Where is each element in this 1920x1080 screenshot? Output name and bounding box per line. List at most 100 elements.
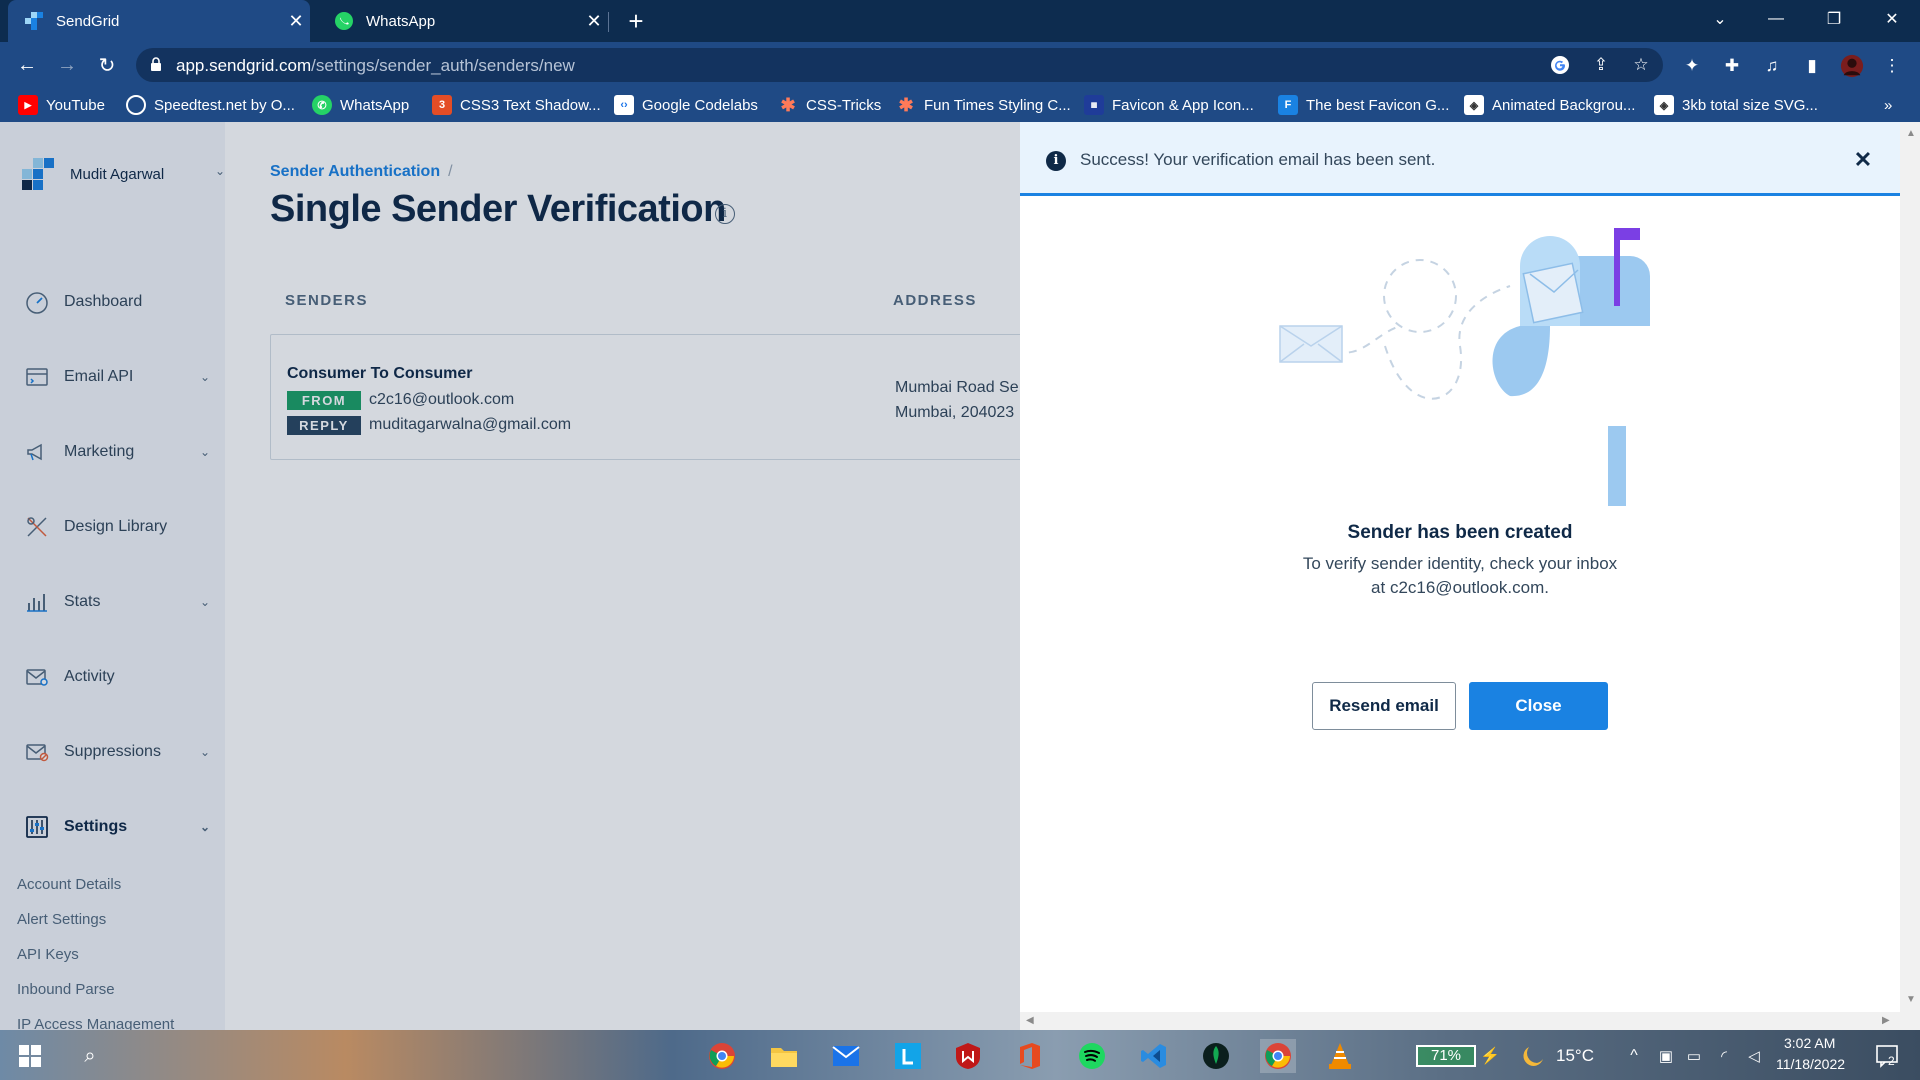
bookmark-css-tricks[interactable]: ✱ CSS-Tricks [778,95,881,115]
vertical-scrollbar[interactable]: ▲ ▼ [1900,122,1920,1030]
side-panel-icon[interactable]: ▮ [1800,54,1824,78]
success-alert: i Success! Your verification email has b… [1020,122,1900,196]
mailbox-illustration [1279,228,1650,506]
chrome-app-icon[interactable] [704,1039,740,1073]
sendgrid-favicon-icon [24,11,44,31]
bookmark-fun-times-styling[interactable]: ✱ Fun Times Styling C... [896,94,1071,115]
extension-icon[interactable]: ✦ [1680,54,1704,78]
codepen-icon: ◈ [1654,95,1674,115]
volume-icon[interactable]: ◁ [1736,1039,1772,1073]
bookmark-label: YouTube [46,96,105,114]
spotify-app-icon[interactable] [1074,1039,1110,1073]
panel-heading: Sender has been created [1347,522,1573,543]
reload-button[interactable]: ↻ [92,50,122,80]
bookmark-favicon-app-icon[interactable]: ▦ Favicon & App Icon... [1084,95,1254,115]
panel-message-line2: at c2c16@outlook.com. [1371,578,1549,597]
resend-email-button[interactable]: Resend email [1312,682,1456,730]
sender-created-panel: i Success! Your verification email has b… [1020,122,1900,1030]
codepen-icon: ◈ [1464,95,1484,115]
weather-temperature[interactable]: 15°C [1556,1046,1594,1066]
bookmark-3kb-svg[interactable]: ◈ 3kb total size SVG... [1654,95,1818,115]
windows-start-icon[interactable] [12,1039,48,1073]
chrome-active-window-icon[interactable] [1260,1039,1296,1073]
profile-avatar[interactable] [1840,54,1864,78]
favicon-generator-icon: ▦ [1084,95,1104,115]
google-lens-icon[interactable] [1549,54,1571,76]
extensions-puzzle-icon[interactable]: ✚ [1720,54,1744,78]
bookmark-best-favicon[interactable]: F The best Favicon G... [1278,95,1449,115]
bookmark-star-icon[interactable]: ☆ [1630,54,1652,76]
bookmark-youtube[interactable]: ▶ YouTube [18,95,105,115]
codelabs-icon: ‹› [614,95,634,115]
bookmark-label: Speedtest.net by O... [154,96,295,114]
whatsapp-icon: ✆ [312,95,332,115]
minimize-button[interactable]: — [1748,0,1804,38]
bookmarks-bar: ▶ YouTube Speedtest.net by O... ✆ WhatsApp… [0,88,1920,122]
css-tricks-icon: ✱ [780,94,796,115]
forward-button[interactable]: → [52,50,82,80]
bookmark-label: Google Codelabs [642,96,758,114]
mongodb-compass-icon[interactable] [1198,1039,1234,1073]
show-hidden-icons-icon[interactable]: ^ [1616,1039,1652,1073]
tab-separator [608,12,609,32]
close-button[interactable]: Close [1469,682,1608,730]
bookmark-label: Fun Times Styling C... [924,96,1071,114]
charging-plug-icon: ⚡ [1480,1048,1500,1065]
bookmarks-overflow-button[interactable]: » [1884,95,1892,115]
info-icon: i [1046,151,1066,171]
tab-whatsapp[interactable]: WhatsApp ✕ [318,0,608,42]
notification-count: 2 [1888,1054,1895,1068]
clock-date[interactable]: 11/18/2022 [1776,1056,1845,1072]
address-bar[interactable]: app.sendgrid.com/settings/sender_auth/se… [136,48,1663,82]
share-icon[interactable]: ⇪ [1590,54,1612,76]
bookmark-animated-background[interactable]: ◈ Animated Backgrou... [1464,95,1635,115]
scroll-left-icon[interactable]: ◀ [1026,1015,1034,1026]
tab-sendgrid[interactable]: SendGrid ✕ [8,0,310,42]
new-tab-button[interactable]: + [622,6,650,36]
browser-tab-strip: SendGrid ✕ WhatsApp ✕ + ⌄ — ❐ ✕ [0,0,1920,42]
back-button[interactable]: ← [12,50,42,80]
weather-moon-icon[interactable] [1514,1039,1550,1073]
youtube-icon: ▶ [18,95,38,115]
bookmark-speedtest[interactable]: Speedtest.net by O... [126,95,295,115]
mcafee-app-icon[interactable] [950,1039,986,1073]
close-alert-button[interactable]: ✕ [1849,146,1877,174]
file-explorer-icon[interactable] [766,1039,802,1073]
speedtest-icon [126,95,146,115]
windows-taskbar: ⌕ 71% ⚡ 15°C ^ ▣ ▭ ◜ ◁ 3:02 AM 11/18/202… [0,1030,1920,1080]
horizontal-scrollbar[interactable]: ◀ ▶ [1020,1012,1900,1030]
bookmark-label: CSS3 Text Shadow... [460,96,601,114]
office-app-icon[interactable] [1012,1039,1048,1073]
url-text[interactable]: app.sendgrid.com/settings/sender_auth/se… [176,56,575,76]
tab-search-icon[interactable]: ⌄ [1692,0,1748,38]
clock-time[interactable]: 3:02 AM [1784,1035,1835,1051]
media-control-icon[interactable]: ♫ [1760,54,1784,78]
bookmark-label: CSS-Tricks [806,96,882,114]
chrome-menu-icon[interactable]: ⋮ [1880,54,1904,78]
battery-indicator[interactable]: 71% [1416,1045,1476,1067]
lock-icon[interactable] [150,57,162,77]
vscode-app-icon[interactable] [1136,1039,1172,1073]
scroll-right-icon[interactable]: ▶ [1882,1015,1890,1026]
scroll-up-icon[interactable]: ▲ [1906,128,1916,139]
lightshot-app-icon[interactable] [890,1039,926,1073]
search-icon[interactable]: ⌕ [72,1039,108,1073]
bookmark-google-codelabs[interactable]: ‹› Google Codelabs [614,95,758,115]
close-tab-icon[interactable]: ✕ [580,11,608,32]
scroll-down-icon[interactable]: ▼ [1906,994,1916,1005]
restore-button[interactable]: ❐ [1806,0,1862,38]
close-tab-icon[interactable]: ✕ [282,11,310,32]
favicon-f-icon: F [1278,95,1298,115]
close-window-button[interactable]: ✕ [1864,0,1920,38]
mail-app-icon[interactable] [828,1039,864,1073]
css-tricks-icon: ✱ [898,94,914,115]
url-host: app.sendgrid.com [176,56,312,75]
bookmark-css3-text-shadow[interactable]: 3 CSS3 Text Shadow... [432,95,601,115]
bookmark-label: The best Favicon G... [1306,96,1450,114]
vlc-app-icon[interactable] [1322,1039,1358,1073]
tab-title: WhatsApp [366,12,436,30]
modal-backdrop[interactable] [0,122,1020,1030]
bookmark-whatsapp[interactable]: ✆ WhatsApp [312,95,409,115]
whatsapp-favicon-icon [334,11,354,31]
bookmark-label: Favicon & App Icon... [1112,96,1254,114]
